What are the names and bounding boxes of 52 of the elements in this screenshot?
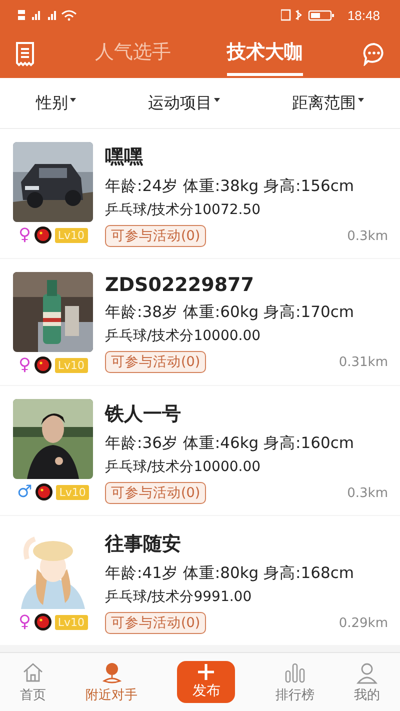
distance: 0.3km bbox=[347, 486, 388, 500]
player-name: 铁人一号 bbox=[105, 402, 182, 427]
player-name: ZDS02229877 bbox=[105, 274, 255, 296]
activity-button[interactable]: 可参与活动(0) bbox=[105, 482, 206, 504]
player-name: 往事随安 bbox=[105, 532, 182, 557]
flag-medal-icon bbox=[35, 483, 54, 501]
distance: 0.3km bbox=[347, 228, 388, 244]
distance: 0.31km bbox=[338, 354, 388, 370]
player-name: 嘿嘿 bbox=[105, 145, 144, 170]
filter-dropdown[interactable]: 距离范围 bbox=[288, 88, 368, 118]
person-icon bbox=[355, 660, 380, 684]
level-badge: Lv10 bbox=[54, 228, 88, 242]
player-score: 乒乓球/技术分9991.00 bbox=[105, 588, 253, 606]
tab-bar-item[interactable]: 我的 bbox=[354, 660, 380, 704]
activity-button[interactable]: 可参与活动(0) bbox=[105, 612, 206, 634]
player-score: 乒乓球/技术分10000.00 bbox=[105, 327, 262, 345]
activity-button[interactable]: 可参与活动(0) bbox=[105, 351, 206, 373]
filter-dropdown[interactable]: 性别 bbox=[32, 88, 80, 118]
gender-icon: ♀ bbox=[18, 226, 31, 244]
gender-icon: ♀ bbox=[18, 613, 31, 631]
caret-icon bbox=[214, 98, 220, 102]
flag-medal-icon bbox=[34, 613, 52, 631]
tab-bar-item[interactable]: 附近对手 bbox=[86, 660, 138, 704]
caret-icon bbox=[70, 98, 76, 102]
level-badge: Lv10 bbox=[54, 358, 88, 372]
player-stats: 年龄:36岁 体重:46kg 身高:160cm bbox=[105, 433, 355, 454]
clock: 18:48 bbox=[347, 8, 380, 22]
filter-dropdown[interactable]: 运动项目 bbox=[144, 88, 224, 118]
player-score: 乒乓球/技术分10000.00 bbox=[105, 458, 262, 476]
location-pin-icon bbox=[100, 660, 124, 684]
level-badge: Lv10 bbox=[54, 614, 88, 630]
publish-button[interactable]: 发布 bbox=[177, 661, 236, 703]
level-badge: Lv10 bbox=[56, 484, 89, 500]
distance: 0.29km bbox=[338, 616, 388, 630]
activity-button[interactable]: 可参与活动(0) bbox=[105, 225, 206, 247]
gender-icon: ♀ bbox=[18, 356, 31, 374]
receipt-icon bbox=[14, 41, 36, 67]
header-tab[interactable]: 人气选手 bbox=[95, 32, 171, 76]
tab-bar-item[interactable]: 首页 bbox=[20, 660, 46, 704]
player-stats: 年龄:38岁 体重:60kg 身高:170cm bbox=[105, 302, 355, 323]
bar-chart-icon bbox=[282, 660, 307, 684]
player-stats: 年龄:41岁 体重:80kg 身高:168cm bbox=[105, 563, 355, 584]
tab-bar-item[interactable]: 排行榜 bbox=[275, 660, 314, 704]
chat-icon bbox=[362, 42, 386, 66]
plus-icon bbox=[198, 664, 214, 680]
caret-icon bbox=[358, 98, 364, 102]
header-tab[interactable]: 技术大咖 bbox=[227, 32, 303, 76]
gender-icon: ♂ bbox=[17, 483, 32, 501]
flag-medal-icon bbox=[34, 226, 52, 244]
player-stats: 年龄:24岁 体重:38kg 身高:156cm bbox=[105, 176, 355, 197]
player-score: 乒乓球/技术分10072.50 bbox=[105, 201, 262, 219]
flag-medal-icon bbox=[34, 356, 52, 374]
